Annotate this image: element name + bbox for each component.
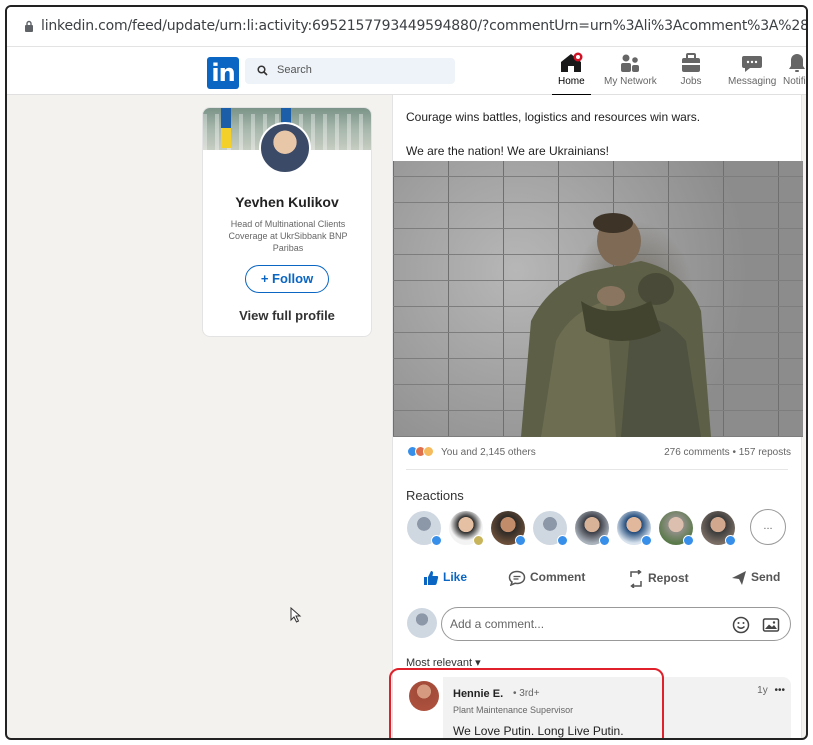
comment-button[interactable]: Comment bbox=[508, 570, 586, 587]
search-input[interactable]: Search bbox=[245, 58, 455, 84]
send-label: Send bbox=[751, 570, 781, 585]
image-upload-icon[interactable] bbox=[762, 616, 780, 634]
divider bbox=[406, 469, 788, 470]
reaction-badge-icon bbox=[473, 535, 484, 546]
lock-icon bbox=[25, 20, 33, 32]
comment-options-menu[interactable]: ••• bbox=[774, 685, 785, 696]
more-reactions-button[interactable]: ... bbox=[750, 509, 786, 545]
nav-home[interactable]: Home bbox=[552, 52, 591, 96]
like-badge-icon bbox=[599, 535, 610, 546]
linkedin-logo[interactable]: in bbox=[207, 57, 239, 89]
bell-icon bbox=[788, 54, 805, 72]
nav-messaging-label: Messaging bbox=[728, 76, 777, 87]
post-text-line-1: Courage wins battles, logistics and reso… bbox=[406, 110, 701, 124]
messaging-icon bbox=[742, 56, 763, 72]
nav-jobs[interactable]: Jobs bbox=[679, 52, 703, 87]
profile-headline: Head of Multinational Clients Coverage a… bbox=[228, 219, 348, 253]
add-comment-input[interactable]: Add a comment... bbox=[441, 607, 791, 641]
comment-meta: 1y ••• bbox=[757, 685, 785, 696]
red-annotation-box bbox=[389, 668, 664, 738]
post-card: Courage wins battles, logistics and reso… bbox=[392, 95, 803, 738]
comment-label: Comment bbox=[530, 570, 586, 585]
repost-icon bbox=[630, 569, 642, 589]
post-text-line-2: We are the nation! We are Ukrainians! bbox=[406, 144, 609, 158]
emoji-icon[interactable] bbox=[732, 616, 750, 634]
nav-notifications[interactable]: Notific bbox=[783, 52, 806, 87]
nav-home-label: Home bbox=[558, 76, 585, 87]
send-icon bbox=[732, 571, 746, 585]
soldiers-embracing-image bbox=[521, 213, 711, 437]
like-badge-icon bbox=[641, 535, 652, 546]
view-full-profile-link[interactable]: View full profile bbox=[203, 308, 371, 323]
thumbs-up-icon bbox=[424, 571, 439, 585]
avatar[interactable] bbox=[259, 122, 311, 174]
author-profile-card: Yevhen Kulikov Head of Multinational Cli… bbox=[202, 107, 372, 337]
post-image[interactable] bbox=[393, 161, 803, 437]
top-nav: in Search Home My Network Jobs Messaging… bbox=[7, 47, 806, 96]
reactions-heading: Reactions bbox=[406, 488, 464, 503]
nav-notifications-label: Notific bbox=[783, 76, 806, 87]
url-text[interactable]: linkedin.com/feed/update/urn:li:activity… bbox=[41, 18, 806, 34]
like-button[interactable]: Like bbox=[423, 570, 467, 586]
browser-window: linkedin.com/feed/update/urn:li:activity… bbox=[5, 5, 808, 740]
search-icon bbox=[257, 65, 268, 76]
comment-time: 1y bbox=[757, 685, 768, 696]
like-badge-icon bbox=[725, 535, 736, 546]
like-label: Like bbox=[443, 570, 468, 585]
post-actions-bar: Like Comment Repost Send bbox=[393, 565, 803, 595]
repost-label: Repost bbox=[648, 571, 689, 586]
comment-icon bbox=[508, 570, 526, 587]
comment-placeholder: Add a comment... bbox=[450, 617, 545, 631]
nav-my-network-label: My Network bbox=[604, 76, 657, 87]
home-icon bbox=[561, 52, 583, 72]
reactions-summary[interactable]: You and 2,145 others bbox=[441, 447, 536, 458]
profile-name[interactable]: Yevhen Kulikov bbox=[203, 194, 371, 210]
nav-my-network[interactable]: My Network bbox=[604, 52, 657, 87]
like-badge-icon bbox=[557, 535, 568, 546]
current-user-avatar[interactable] bbox=[407, 608, 437, 638]
like-badge-icon bbox=[515, 535, 526, 546]
like-badge-icon bbox=[683, 535, 694, 546]
send-button[interactable]: Send bbox=[731, 570, 780, 586]
jobs-icon bbox=[682, 53, 700, 72]
follow-button[interactable]: + Follow bbox=[245, 265, 329, 293]
like-badge-icon bbox=[431, 535, 442, 546]
nav-jobs-label: Jobs bbox=[680, 76, 702, 87]
mouse-cursor-icon bbox=[290, 607, 302, 623]
comments-reposts-count[interactable]: 276 comments • 157 reposts bbox=[664, 447, 791, 458]
nav-messaging[interactable]: Messaging bbox=[728, 52, 776, 87]
address-bar[interactable]: linkedin.com/feed/update/urn:li:activity… bbox=[7, 7, 806, 47]
search-placeholder: Search bbox=[277, 64, 312, 76]
network-icon bbox=[621, 54, 640, 72]
reaction-icons[interactable] bbox=[407, 446, 434, 460]
repost-button[interactable]: Repost bbox=[628, 569, 689, 589]
